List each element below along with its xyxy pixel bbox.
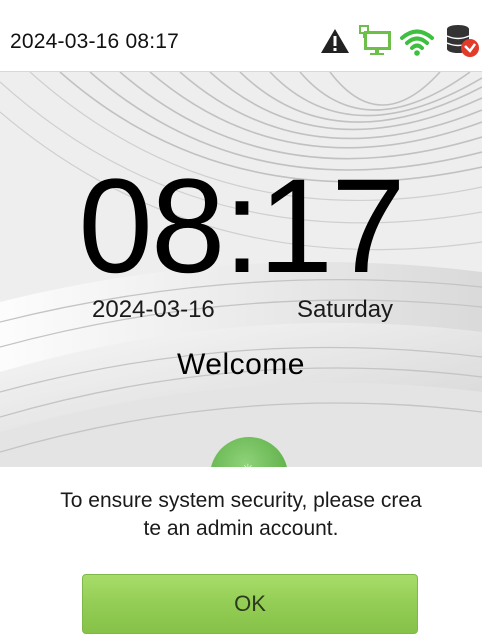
device-screen: 2024-03-16 08:17 08:17 2024-03-16 Saturd… <box>0 0 482 643</box>
status-datetime: 2024-03-16 08:17 <box>10 30 180 53</box>
current-weekday: Saturday <box>297 296 394 323</box>
wifi-icon <box>400 29 434 56</box>
main-clock: 08:17 <box>78 152 405 301</box>
status-bar: 2024-03-16 08:17 <box>0 0 482 72</box>
current-date: 2024-03-16 <box>92 296 215 323</box>
admin-setup-dialog: To ensure system security, please crea t… <box>0 467 482 643</box>
dialog-message-line-2: te an admin account. <box>143 517 339 540</box>
welcome-text: Welcome <box>177 348 305 381</box>
dialog-message: To ensure system security, please crea t… <box>0 487 482 543</box>
ok-button[interactable]: OK <box>82 574 418 634</box>
database-icon <box>446 25 479 57</box>
status-icons <box>312 20 482 60</box>
warning-icon <box>321 29 349 53</box>
network-computer-icon <box>359 25 391 55</box>
home-wallpaper: 08:17 2024-03-16 Saturday Welcome ✳ <box>0 72 482 467</box>
dialog-message-line-1: To ensure system security, please crea <box>60 489 422 512</box>
